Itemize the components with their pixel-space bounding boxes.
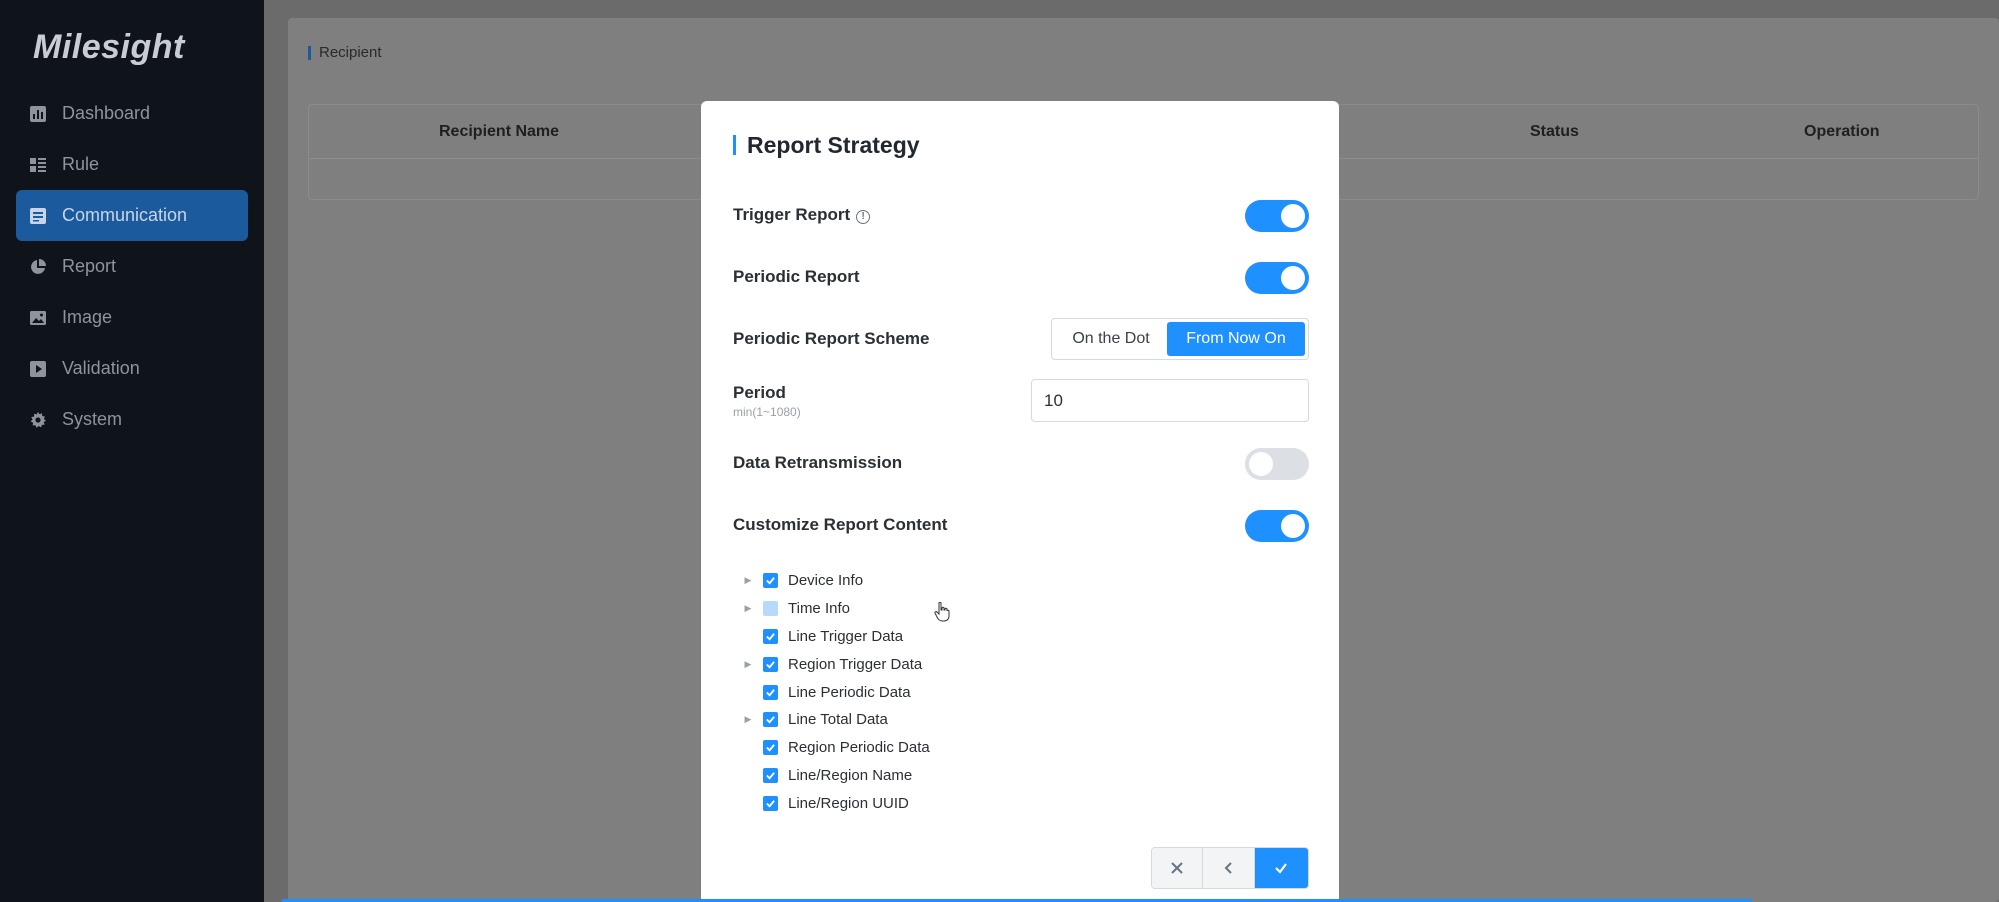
checkbox-checked[interactable] xyxy=(763,712,778,728)
back-button[interactable] xyxy=(1203,848,1255,888)
cancel-button[interactable] xyxy=(1152,848,1204,888)
trigger-report-label: Trigger Report! xyxy=(733,205,871,225)
gear-icon xyxy=(30,411,46,428)
hand-cursor-icon xyxy=(934,602,950,622)
toggle-knob xyxy=(1249,452,1273,476)
modal-title: Report Strategy xyxy=(733,134,920,157)
data-retransmission-label: Data Retransmission xyxy=(733,453,903,472)
info-icon[interactable]: ! xyxy=(856,210,871,224)
tree-item-line-region-uuid[interactable]: ▶ Line/Region UUID xyxy=(741,789,1041,817)
report-content-tree: ▶ Device Info ▶ Time Info ▶ Line Trigger… xyxy=(741,567,1041,817)
tree-item-label: Line Periodic Data xyxy=(788,683,911,701)
tree-item-line-periodic-data[interactable]: ▶ Line Periodic Data xyxy=(741,678,1041,706)
tree-item-line-total-data[interactable]: ▶ Line Total Data xyxy=(741,706,1041,734)
from-now-on-option[interactable]: From Now On xyxy=(1167,322,1305,356)
checkbox-checked[interactable] xyxy=(763,573,778,589)
chart-icon xyxy=(30,105,46,122)
tree-item-label: Line Total Data xyxy=(788,711,888,729)
tree-item-region-periodic-data[interactable]: ▶ Region Periodic Data xyxy=(741,734,1041,762)
section-title: Recipient xyxy=(308,45,382,60)
column-header-recipient-name: Recipient Name xyxy=(439,123,560,140)
checkbox-checked[interactable] xyxy=(763,684,778,700)
caret-right-icon[interactable]: ▶ xyxy=(741,714,755,725)
sidebar-item-validation[interactable]: Validation xyxy=(16,343,248,394)
customize-report-content-label: Customize Report Content xyxy=(733,515,948,534)
report-strategy-modal: Report Strategy Trigger Report! Periodic… xyxy=(701,101,1339,902)
caret-right-icon[interactable]: ▶ xyxy=(741,659,755,670)
sidebar-item-image[interactable]: Image xyxy=(16,292,248,343)
checkbox-checked[interactable] xyxy=(763,767,778,783)
sidebar-nav: Dashboard Rule Communication Report Imag… xyxy=(16,88,248,445)
caret-right-icon[interactable]: ▶ xyxy=(741,575,755,586)
customize-report-content-toggle[interactable] xyxy=(1245,510,1309,542)
sidebar-item-label: System xyxy=(62,409,123,429)
close-icon xyxy=(1171,862,1183,874)
sidebar-item-label: Report xyxy=(62,256,117,276)
data-retransmission-toggle[interactable] xyxy=(1245,448,1309,480)
check-icon xyxy=(1275,863,1288,874)
checkbox-checked[interactable] xyxy=(763,740,778,756)
tree-item-label: Time Info xyxy=(788,600,850,618)
period-hint: min(1~1080) xyxy=(733,405,801,419)
checkbox-checked[interactable] xyxy=(763,628,778,644)
period-input[interactable] xyxy=(1031,379,1309,422)
tree-item-label: Region Periodic Data xyxy=(788,739,930,757)
sidebar-item-label: Dashboard xyxy=(62,103,151,123)
periodic-report-label: Periodic Report xyxy=(733,267,860,286)
grid-list-icon xyxy=(30,157,46,173)
sidebar-item-label: Validation xyxy=(62,358,140,378)
periodic-report-toggle[interactable] xyxy=(1245,262,1309,294)
tree-item-line-trigger-data[interactable]: ▶ Line Trigger Data xyxy=(741,623,1041,651)
column-header-status: Status xyxy=(1530,123,1579,140)
tree-item-device-info[interactable]: ▶ Device Info xyxy=(741,567,1041,595)
confirm-button[interactable] xyxy=(1254,848,1308,888)
sidebar-item-system[interactable]: System xyxy=(16,394,248,445)
period-label: Period xyxy=(733,383,786,402)
image-icon xyxy=(30,310,46,326)
sidebar-item-communication[interactable]: Communication xyxy=(16,190,248,241)
pie-icon xyxy=(30,258,46,275)
toggle-knob xyxy=(1281,204,1305,228)
message-icon xyxy=(30,207,46,224)
tree-item-label: Line Trigger Data xyxy=(788,627,904,645)
play-square-icon xyxy=(30,360,46,377)
tree-item-region-trigger-data[interactable]: ▶ Region Trigger Data xyxy=(741,650,1041,678)
tree-item-label: Line/Region Name xyxy=(788,766,913,784)
sidebar-item-dashboard[interactable]: Dashboard xyxy=(16,88,248,139)
chevron-left-icon xyxy=(1224,862,1232,874)
periodic-report-scheme-selector: On the Dot From Now On xyxy=(1051,318,1309,360)
column-header-operation: Operation xyxy=(1804,123,1880,140)
checkbox-partial[interactable] xyxy=(763,601,778,617)
tree-item-time-info[interactable]: ▶ Time Info xyxy=(741,595,1041,623)
on-the-dot-option[interactable]: On the Dot xyxy=(1055,322,1167,356)
toggle-knob xyxy=(1281,266,1305,290)
tree-item-label: Device Info xyxy=(788,572,864,590)
sidebar-item-rule[interactable]: Rule xyxy=(16,139,248,190)
milesight-logo: Milesight xyxy=(33,28,185,66)
modal-footer-buttons xyxy=(1151,847,1309,889)
checkbox-checked[interactable] xyxy=(763,656,778,672)
sidebar: Milesight Dashboard Rule Communication R… xyxy=(0,0,264,902)
sidebar-item-label: Communication xyxy=(62,205,188,225)
tree-item-label: Region Trigger Data xyxy=(788,655,923,673)
sidebar-item-report[interactable]: Report xyxy=(16,241,248,292)
sidebar-item-label: Rule xyxy=(62,154,100,174)
sidebar-item-label: Image xyxy=(62,307,113,327)
tree-item-label: Line/Region UUID xyxy=(788,794,909,812)
toggle-knob xyxy=(1281,514,1305,538)
trigger-report-text: Trigger Report xyxy=(733,205,851,224)
checkbox-checked[interactable] xyxy=(763,795,778,811)
tree-item-line-region-name[interactable]: ▶ Line/Region Name xyxy=(741,762,1041,790)
periodic-report-scheme-label: Periodic Report Scheme xyxy=(733,329,930,348)
caret-right-icon[interactable]: ▶ xyxy=(741,603,755,614)
trigger-report-toggle[interactable] xyxy=(1245,200,1309,232)
